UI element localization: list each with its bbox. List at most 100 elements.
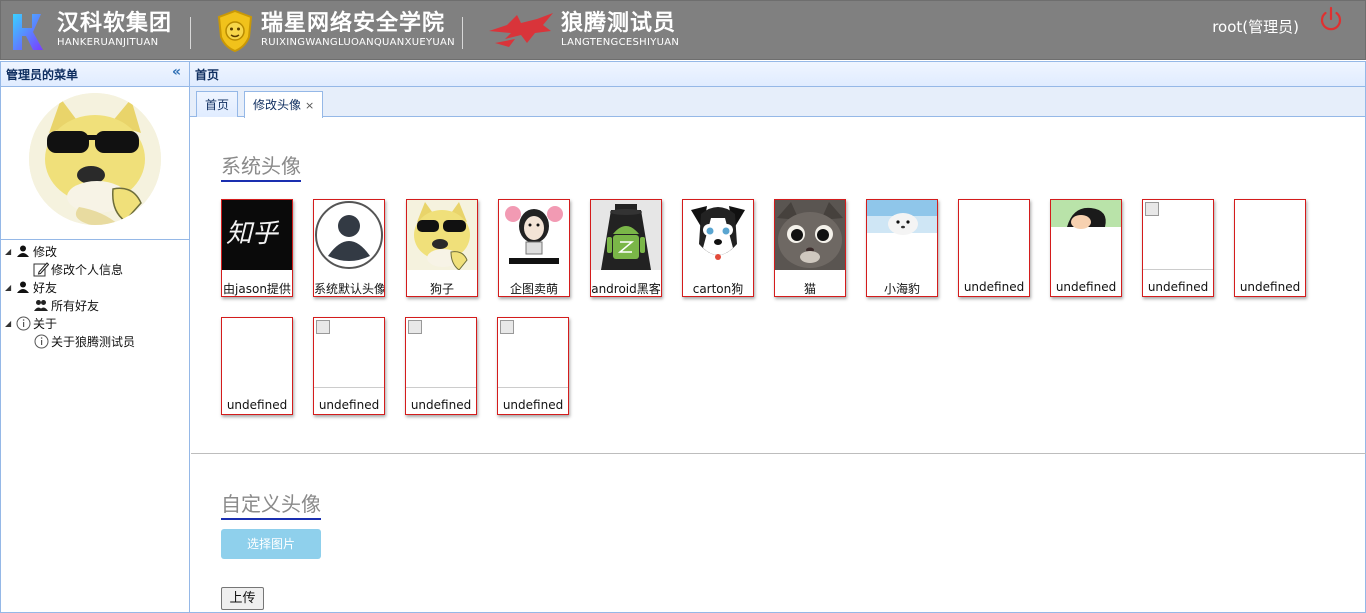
tab-label: 首页 — [205, 98, 230, 112]
hk-logo-icon — [13, 14, 43, 50]
avatar-label: undefined — [502, 398, 564, 412]
avatar-thumbnail — [222, 318, 292, 388]
tab-home[interactable]: 首页 — [196, 91, 239, 117]
edit-icon — [33, 261, 49, 277]
avatar-label: 由jason提供 — [223, 282, 291, 296]
doge-avatar-image — [29, 93, 161, 225]
current-user[interactable]: root(管理员) — [1212, 16, 1299, 37]
avatar-label: undefined — [410, 398, 472, 412]
system-avatar-heading: 系统头像 — [221, 150, 301, 182]
avatar-label: 狗子 — [429, 282, 454, 296]
avatar-thumbnail — [1235, 200, 1305, 270]
tree-node-modify[interactable]: ◢ 修改 — [1, 242, 189, 260]
avatar-option[interactable]: 小海豹 — [866, 199, 938, 297]
tab-label: 修改头像 — [253, 98, 302, 112]
avatar-label: 小海豹 — [883, 282, 920, 296]
avatar-option[interactable]: android黑客 — [590, 199, 662, 297]
avatar-option[interactable]: 知乎由jason提供 — [221, 199, 293, 297]
avatar-area — [1, 87, 189, 240]
tree-item-about-langteng[interactable]: 关于狼腾测试员 — [1, 332, 189, 350]
expanded-arrow-icon[interactable]: ◢ — [5, 247, 15, 256]
page-title: 首页 — [195, 68, 220, 82]
svg-text:知乎: 知乎 — [226, 219, 280, 249]
avatar-option[interactable]: undefined — [958, 199, 1030, 297]
avatar-thumbnail — [775, 200, 845, 270]
tree-label: 关于狼腾测试员 — [51, 334, 136, 349]
avatar-label: carton狗 — [692, 282, 744, 296]
avatar-option[interactable]: 系统默认头像 — [313, 199, 385, 297]
lion-shield-icon — [217, 9, 253, 53]
avatar-thumbnail — [683, 200, 753, 270]
avatar-option[interactable]: undefined — [1142, 199, 1214, 297]
close-icon[interactable]: × — [305, 99, 314, 112]
avatar-label: undefined — [1239, 280, 1301, 294]
brand-langteng[interactable]: 狼腾测试员 LANGTENGCESHIYUAN — [487, 7, 679, 55]
avatar-option[interactable]: undefined — [1050, 199, 1122, 297]
avatar-label: android黑客 — [591, 282, 661, 296]
avatar-label: undefined — [963, 280, 1025, 294]
avatar-label: 猫 — [803, 282, 816, 296]
avatar-option[interactable]: undefined — [497, 317, 569, 415]
user-icon — [15, 279, 31, 295]
group-icon — [33, 297, 49, 313]
section-divider — [191, 453, 1366, 454]
menu-tree: ◢ 修改 修改个人信息 ◢ 好友 所有好友 ◢ 关于 关于狼腾测试员 — [1, 240, 189, 350]
expanded-arrow-icon[interactable]: ◢ — [5, 283, 15, 292]
brand-pinyin: RUIXINGWANGLUOANQUANXUEYUAN — [261, 37, 455, 48]
avatar-option[interactable]: undefined — [1234, 199, 1306, 297]
avatar-label: 企图卖萌 — [509, 282, 558, 296]
tree-item-all-friends[interactable]: 所有好友 — [1, 296, 189, 314]
avatar[interactable] — [29, 93, 161, 225]
avatar-option[interactable]: 狗子 — [406, 199, 478, 297]
avatar-option[interactable]: carton狗 — [682, 199, 754, 297]
tab-bar: 首页 修改头像 × — [190, 87, 1365, 118]
tree-label: 好友 — [33, 280, 58, 295]
custom-avatar-heading: 自定义头像 — [221, 488, 321, 520]
avatar-label: 系统默认头像 — [314, 282, 385, 296]
brand-hankeruan[interactable]: 汉科软集团 HANKERUANJITUAN — [9, 7, 172, 55]
avatar-thumbnail: 知乎 — [222, 200, 292, 270]
broken-image-icon — [316, 320, 330, 334]
avatar-thumbnail — [498, 318, 568, 388]
choose-image-button[interactable]: 选择图片 — [221, 529, 321, 559]
top-header: 汉科软集团 HANKERUANJITUAN 瑞星网络安全学院 RUIXINGWANG… — [0, 0, 1366, 60]
avatar-option[interactable]: undefined — [221, 317, 293, 415]
brand-pinyin: LANGTENGCESHIYUAN — [561, 37, 680, 48]
avatar-option[interactable]: 猫 — [774, 199, 846, 297]
brand-ruixing[interactable]: 瑞星网络安全学院 RUIXINGWANGLUOANQUANXUEYUAN — [215, 7, 455, 55]
header-divider — [190, 17, 191, 49]
power-icon[interactable] — [1317, 5, 1345, 33]
tree-node-about[interactable]: ◢ 关于 — [1, 314, 189, 332]
avatar-option[interactable]: undefined — [313, 317, 385, 415]
avatar-thumbnail — [499, 200, 569, 270]
avatar-label: undefined — [1147, 280, 1209, 294]
tree-label: 修改个人信息 — [51, 262, 124, 277]
avatar-thumbnail — [406, 318, 476, 388]
tree-item-edit-profile[interactable]: 修改个人信息 — [1, 260, 189, 278]
user-icon — [15, 243, 31, 259]
avatar-option[interactable]: undefined — [405, 317, 477, 415]
brand-pinyin: HANKERUANJITUAN — [57, 37, 159, 48]
avatar-thumbnail — [407, 200, 477, 270]
sidebar-title: 管理员的菜单 — [6, 68, 79, 82]
info-icon — [33, 333, 49, 349]
collapse-icon[interactable]: « — [172, 64, 181, 80]
tree-label: 修改 — [33, 244, 58, 259]
upload-button[interactable]: 上传 — [221, 587, 264, 610]
expanded-arrow-icon[interactable]: ◢ — [5, 319, 15, 328]
tree-node-friends[interactable]: ◢ 好友 — [1, 278, 189, 296]
tab-change-avatar[interactable]: 修改头像 × — [244, 91, 324, 118]
header-divider — [462, 17, 463, 49]
avatar-label: undefined — [318, 398, 380, 412]
avatar-label: undefined — [1055, 280, 1117, 294]
avatar-thumbnail — [1051, 200, 1121, 270]
avatar-option[interactable]: 企图卖萌 — [498, 199, 570, 297]
main-header: 首页 — [190, 62, 1365, 87]
brand-name: 汉科软集团 — [57, 11, 173, 36]
broken-image-icon — [408, 320, 422, 334]
sidebar-header: 管理员的菜单 « — [1, 62, 189, 87]
avatar-label: undefined — [226, 398, 288, 412]
info-icon — [15, 315, 31, 331]
tree-label: 关于 — [33, 316, 58, 331]
avatar-thumbnail — [314, 200, 384, 270]
